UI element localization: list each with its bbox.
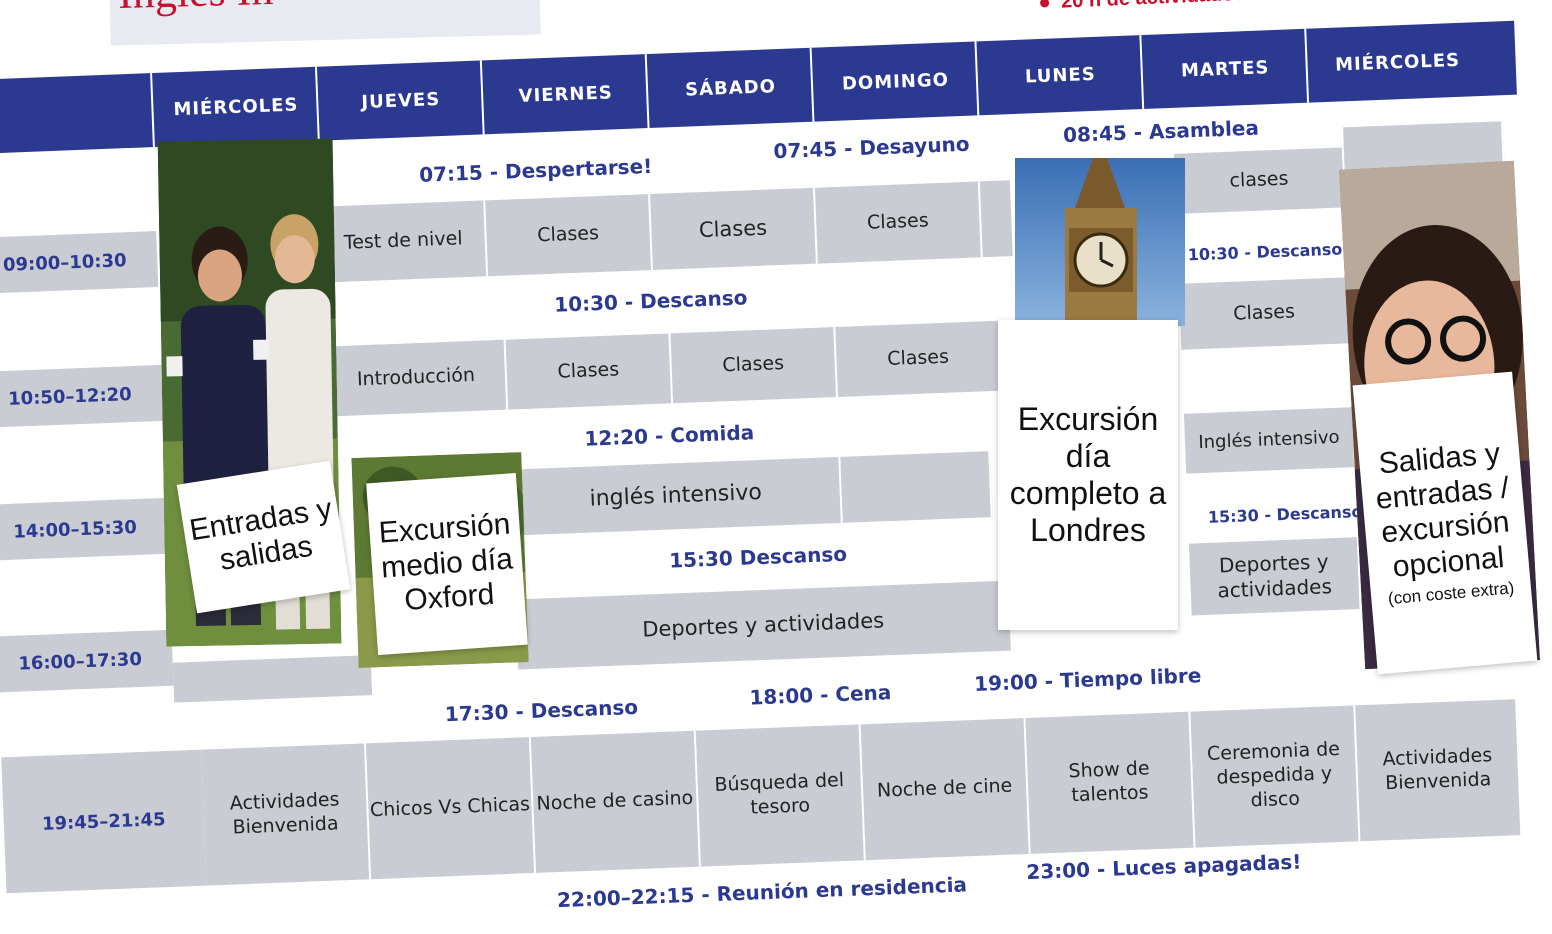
caption-oxford: Excursión medio día Oxford <box>366 472 528 656</box>
time-slot: 19:45–21:45 <box>1 749 207 894</box>
band-tuesday-break: 10:30 - Descanso <box>1187 239 1343 265</box>
band-break-evening: 17:30 - Descanso <box>444 694 639 727</box>
class-cell: Clases <box>505 333 674 410</box>
day-header: MIÉRCOLES <box>150 66 320 148</box>
bigben-photo-image <box>1015 158 1185 326</box>
class-cell: Clases <box>814 181 983 264</box>
tuesday-class: Inglés intensivo <box>1183 407 1357 474</box>
day-header: LUNES <box>974 35 1145 116</box>
day-header: JUEVES <box>314 60 485 141</box>
class-cell: Clases <box>670 327 839 404</box>
band-tuesday-break: 15:30 - Descanso <box>1207 501 1363 527</box>
caption-londres: Excursión día completo a Londres <box>998 320 1178 630</box>
day-header: MARTES <box>1139 28 1310 110</box>
tuesday-class: Deportes y actividades <box>1188 537 1362 616</box>
band-break-afternoon: 15:30 Descanso <box>668 541 848 573</box>
day-header: DOMINGO <box>809 41 980 122</box>
class-cell-edge <box>979 180 1013 258</box>
evening-activity: Noche de cine <box>860 718 1031 861</box>
bigben-photo <box>1015 158 1185 326</box>
tuesday-class: Clases <box>1178 277 1352 350</box>
activity-cell: inglés intensivo <box>510 456 843 536</box>
caption-entradas: Entradas y salidas <box>176 460 351 614</box>
class-cell: Test de nivel <box>320 200 489 283</box>
evening-activity: Actividades Bienvenida <box>201 743 372 886</box>
band-breakfast: 07:45 - Desayuno <box>773 131 970 164</box>
class-cell: Introducción <box>325 339 509 417</box>
class-cell: Clases <box>650 187 818 270</box>
time-slot: 14:00–15:30 <box>0 497 169 561</box>
time-slot: 10:50–12:20 <box>0 364 164 428</box>
band-wake: 07:15 - Despertarse! <box>418 153 653 187</box>
day-header: SÁBADO <box>644 47 815 129</box>
time-slot: 16:00–17:30 <box>0 629 174 693</box>
activity-cell: Deportes y actividades <box>515 580 1013 670</box>
time-slot: 09:00–10:30 <box>0 231 159 295</box>
evening-activity: Noche de casino <box>530 730 701 873</box>
tuesday-class: clases <box>1173 147 1347 214</box>
band-dinner: 18:00 - Cena <box>749 680 892 710</box>
band-lunch: 12:20 - Comida <box>583 420 755 451</box>
day-header: MIÉRCOLES <box>1304 21 1489 103</box>
evening-activity: Búsqueda del tesoro <box>695 724 866 867</box>
class-cell: Clases <box>835 320 1003 397</box>
day-header: VIERNES <box>479 54 650 135</box>
evening-activity: Actividades Bienvenida <box>1355 699 1521 842</box>
evening-activity: Chicos Vs Chicas <box>365 737 537 880</box>
activity-cell-edge <box>840 451 993 523</box>
band-free-time: 19:00 - Tiempo libre <box>973 663 1202 696</box>
band-meeting: 22:00–22:15 - Reunión en residencia <box>556 872 968 913</box>
evening-activity: Ceremonia de despedida y disco <box>1190 705 1361 848</box>
caption-salidas-text: Salidas y entradas / excursión opcional <box>1374 437 1511 584</box>
row-filler <box>172 655 375 703</box>
band-break-morning: 10:30 - Descanso <box>553 285 748 317</box>
caption-salidas: Salidas y entradas / excursión opcional … <box>1352 371 1538 675</box>
evening-activity: Show de talentos <box>1025 711 1196 854</box>
band-assembly: 08:45 - Asamblea <box>1062 115 1260 148</box>
band-lights-out: 23:00 - Luces apagadas! <box>1025 849 1302 885</box>
class-cell: Clases <box>485 194 654 277</box>
